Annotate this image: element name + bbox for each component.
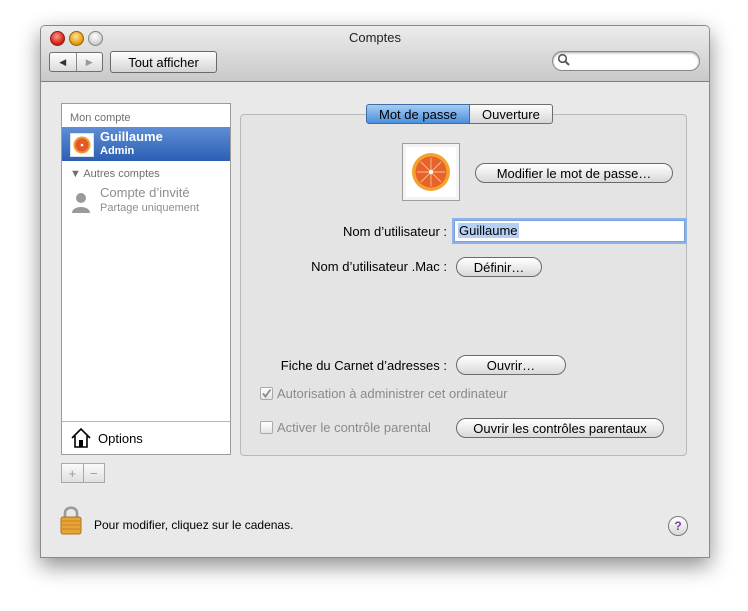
sidebar-item-options[interactable]: Options [70, 424, 143, 452]
blood-orange-icon [412, 153, 450, 191]
open-parental-controls-button[interactable]: Ouvrir les contrôles parentaux [456, 418, 664, 438]
checkmark-icon [262, 388, 272, 398]
current-user-name: Guillaume [100, 129, 163, 144]
my-account-header: Mon compte [70, 112, 131, 124]
define-mac-button[interactable]: Définir… [456, 257, 542, 277]
guest-user-icon [72, 193, 90, 213]
house-icon [71, 427, 91, 448]
add-remove-control: + − [61, 463, 105, 483]
user-avatar-icon [70, 133, 94, 157]
padlock-icon[interactable] [60, 505, 82, 535]
user-picture[interactable] [402, 143, 460, 201]
other-accounts-header[interactable]: ▼ Autres comptes [70, 168, 160, 180]
help-icon[interactable]: ? [668, 516, 688, 536]
username-label: Nom d’utilisateur : [342, 224, 447, 239]
username-field[interactable]: Guillaume [454, 220, 685, 242]
search-input[interactable] [552, 51, 700, 71]
title-bar: Comptes ◀ ▶ Tout afficher [41, 26, 709, 82]
guest-account-name[interactable]: Compte d’invité [100, 185, 190, 200]
sidebar-divider [62, 421, 230, 422]
add-account-button[interactable]: + [62, 464, 84, 482]
back-forward-control: ◀ ▶ [49, 52, 103, 72]
left-arrow-icon[interactable]: ◀ [50, 53, 77, 71]
window-title: Comptes [348, 30, 402, 45]
search-icon [557, 53, 570, 66]
allow-admin-checkbox[interactable] [260, 387, 273, 400]
change-password-button[interactable]: Modifier le mot de passe… [475, 163, 673, 183]
preferences-window: Comptes ◀ ▶ Tout afficher Mon compte Gui… [40, 25, 710, 558]
parental-controls-checkbox[interactable] [260, 421, 273, 434]
open-address-card-button[interactable]: Ouvrir… [456, 355, 566, 375]
disclosure-triangle-icon: ▼ [70, 168, 81, 180]
tab-login-items[interactable]: Ouverture [470, 104, 553, 124]
show-all-button[interactable]: Tout afficher [110, 51, 217, 73]
tab-password[interactable]: Mot de passe [366, 104, 471, 124]
tab-bar: Mot de passe Ouverture [366, 104, 553, 124]
current-user-role: Admin [100, 145, 135, 157]
options-label: Options [98, 430, 143, 446]
lock-instructions: Pour modifier, cliquez sur le cadenas. [94, 518, 294, 532]
right-arrow-icon[interactable]: ▶ [77, 53, 103, 71]
mac-username-label: Nom d’utilisateur .Mac : [311, 259, 447, 274]
remove-account-button[interactable]: − [84, 464, 105, 482]
accounts-list: Mon compte Guillaume Admin ▼ Autres comp… [61, 103, 231, 455]
parental-controls-label: Activer le contrôle parental [277, 420, 431, 435]
guest-account-subtitle: Partage uniquement [100, 202, 200, 214]
sidebar-item-current-user[interactable]: Guillaume Admin [62, 127, 230, 161]
address-book-label: Fiche du Carnet d’adresses : [280, 358, 447, 373]
allow-admin-label: Autorisation à administrer cet ordinateu… [277, 386, 508, 401]
username-value: Guillaume [458, 223, 519, 238]
